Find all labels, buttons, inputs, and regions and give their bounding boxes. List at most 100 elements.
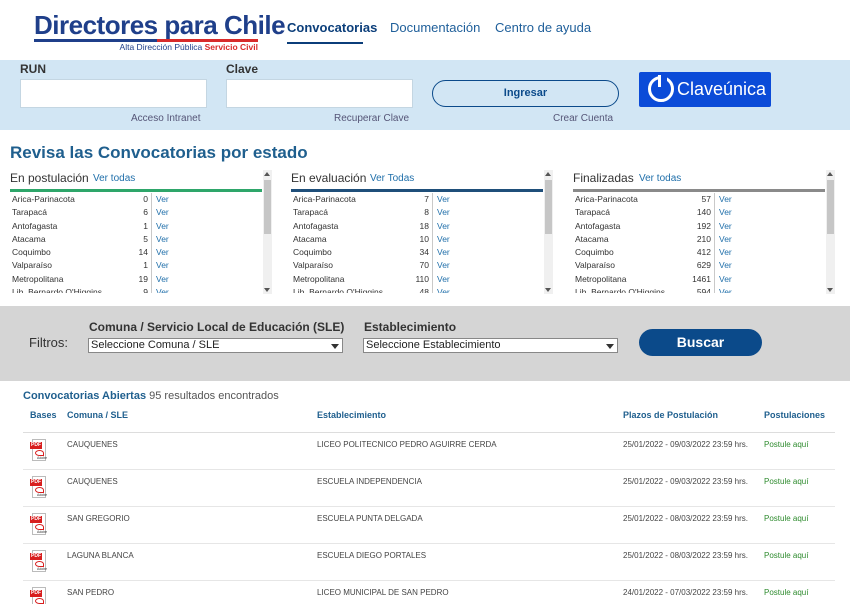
region-name: Lib. Bernardo O'Higgins — [12, 287, 102, 293]
ver-region-link[interactable]: Ver — [156, 286, 169, 293]
status-region-row: Coquimbo 412 Ver — [573, 246, 825, 260]
scroll-down-icon[interactable] — [545, 288, 551, 292]
ver-region-link[interactable]: Ver — [437, 246, 450, 259]
region-name: Metropolitana — [575, 273, 627, 284]
status-list-scrollbar[interactable] — [544, 170, 553, 294]
pdf-icon[interactable]: PDFAdobe — [30, 550, 47, 574]
status-region-row: Atacama 210 Ver — [573, 232, 825, 247]
status-region-list: Arica-Parinacota 57 Ver Tarapacá 140 Ver Antof… — [573, 193, 825, 293]
region-count: 5 — [143, 233, 148, 244]
ver-region-link[interactable]: Ver — [719, 233, 732, 246]
region-name: Atacama — [12, 233, 46, 244]
status-list-scrollbar[interactable] — [826, 170, 835, 294]
status-region-row: Metropolitana 110 Ver — [291, 272, 543, 287]
ver-region-link[interactable]: Ver — [156, 220, 169, 233]
row-separator — [432, 219, 433, 233]
nav-convocatorias[interactable]: Convocatorias — [287, 20, 377, 36]
establecimiento-select[interactable]: Seleccione Establecimiento — [363, 338, 618, 353]
ver-todas-link[interactable]: Ver todas — [639, 173, 681, 184]
region-name: Atacama — [293, 233, 327, 244]
status-region-row: Lib. Bernardo O'Higgins 594 Ver — [573, 286, 825, 293]
cell-comuna: SAN PEDRO — [67, 588, 115, 597]
ver-region-link[interactable]: Ver — [719, 193, 732, 206]
clave-input[interactable] — [226, 79, 413, 108]
nav-active-underline — [287, 42, 363, 44]
ver-region-link[interactable]: Ver — [719, 259, 732, 272]
cell-plazo: 25/01/2022 - 08/03/2022 23:59 hrs. — [623, 551, 748, 560]
ver-todas-link[interactable]: Ver Todas — [370, 173, 414, 184]
cell-comuna: SAN GREGORIO — [67, 514, 130, 523]
pdf-brand: Adobe — [37, 530, 48, 534]
row-separator — [714, 286, 715, 293]
region-name: Antofagasta — [293, 220, 339, 231]
acceso-intranet-link[interactable]: Acceso Intranet — [131, 113, 200, 124]
filters-panel: Filtros: Comuna / Servicio Local de Educ… — [0, 306, 850, 381]
pdf-icon[interactable]: PDFAdobe — [30, 587, 47, 604]
ver-region-link[interactable]: Ver — [437, 206, 450, 219]
ver-region-link[interactable]: Ver — [719, 246, 732, 259]
status-region-row: Lib. Bernardo O'Higgins 48 Ver — [291, 286, 543, 293]
status-region-row: Arica-Parinacota 0 Ver — [10, 193, 262, 207]
login-bar: RUN Clave Ingresar Claveúnica Acceso Int… — [0, 60, 850, 130]
scroll-up-icon[interactable] — [264, 172, 270, 176]
postule-aqui-link[interactable]: Postule aquí — [764, 551, 808, 560]
col-header-establecimiento: Establecimiento — [317, 410, 387, 420]
postule-aqui-link[interactable]: Postule aquí — [764, 440, 808, 449]
scroll-up-icon[interactable] — [827, 172, 833, 176]
claveunica-button[interactable]: Claveúnica — [639, 72, 771, 107]
postule-aqui-link[interactable]: Postule aquí — [764, 588, 808, 597]
region-name: Arica-Parinacota — [12, 194, 75, 204]
ver-region-link[interactable]: Ver — [437, 220, 450, 233]
region-count: 412 — [696, 247, 711, 258]
pdf-tag: PDF — [30, 442, 42, 449]
ver-region-link[interactable]: Ver — [719, 286, 732, 293]
run-input[interactable] — [20, 79, 207, 108]
ver-region-link[interactable]: Ver — [156, 233, 169, 246]
ver-region-link[interactable]: Ver — [719, 206, 732, 219]
ver-region-link[interactable]: Ver — [156, 273, 169, 286]
ver-region-link[interactable]: Ver — [719, 273, 732, 286]
postule-aqui-link[interactable]: Postule aquí — [764, 477, 808, 486]
scroll-down-icon[interactable] — [827, 288, 833, 292]
ver-region-link[interactable]: Ver — [437, 286, 450, 293]
ingresar-button[interactable]: Ingresar — [432, 80, 619, 107]
ver-region-link[interactable]: Ver — [156, 246, 169, 259]
region-name: Tarapacá — [575, 207, 610, 218]
status-column-evaluacion: En evaluación Ver Todas Arica-Parinacota 7 V… — [291, 170, 553, 294]
postule-aqui-link[interactable]: Postule aquí — [764, 514, 808, 523]
pdf-icon[interactable]: PDF Adobe — [30, 513, 47, 537]
pdf-tag: PDF — [30, 516, 42, 523]
pdf-brand: Adobe — [37, 493, 48, 497]
scrollbar-thumb[interactable] — [827, 180, 834, 234]
row-separator — [432, 193, 433, 207]
scroll-up-icon[interactable] — [545, 172, 551, 176]
comuna-select[interactable]: Seleccione Comuna / SLE — [88, 338, 343, 353]
ver-region-link[interactable]: Ver — [156, 206, 169, 219]
cell-plazo: 25/01/2022 - 08/03/2022 23:59 hrs. — [623, 514, 748, 523]
scrollbar-thumb[interactable] — [545, 180, 552, 234]
region-name: Tarapacá — [12, 207, 47, 218]
cell-comuna: LAGUNA BLANCA — [67, 551, 134, 560]
nav-documentacion[interactable]: Documentación — [390, 20, 480, 36]
ver-region-link[interactable]: Ver — [156, 193, 169, 206]
ver-region-link[interactable]: Ver — [437, 259, 450, 272]
ver-region-link[interactable]: Ver — [437, 193, 450, 206]
buscar-button[interactable]: Buscar — [639, 329, 762, 356]
ver-region-link[interactable]: Ver — [719, 220, 732, 233]
region-count: 140 — [696, 207, 711, 218]
region-name: Arica-Parinacota — [293, 194, 356, 204]
nav-centro-ayuda[interactable]: Centro de ayuda — [495, 20, 591, 36]
recuperar-clave-link[interactable]: Recuperar Clave — [334, 113, 409, 124]
pdf-icon[interactable]: PDFAdobe — [30, 439, 47, 463]
ver-todas-link[interactable]: Ver todas — [93, 173, 135, 184]
ver-region-link[interactable]: Ver — [437, 233, 450, 246]
pdf-icon[interactable]: PDFAdobe — [30, 476, 47, 500]
scrollbar-thumb[interactable] — [264, 180, 271, 234]
region-count: 57 — [701, 194, 711, 204]
crear-cuenta-link[interactable]: Crear Cuenta — [553, 113, 613, 124]
ver-region-link[interactable]: Ver — [437, 273, 450, 286]
scroll-down-icon[interactable] — [264, 288, 270, 292]
filters-label: Filtros: — [29, 335, 68, 350]
ver-region-link[interactable]: Ver — [156, 259, 169, 272]
status-list-scrollbar[interactable] — [263, 170, 272, 294]
